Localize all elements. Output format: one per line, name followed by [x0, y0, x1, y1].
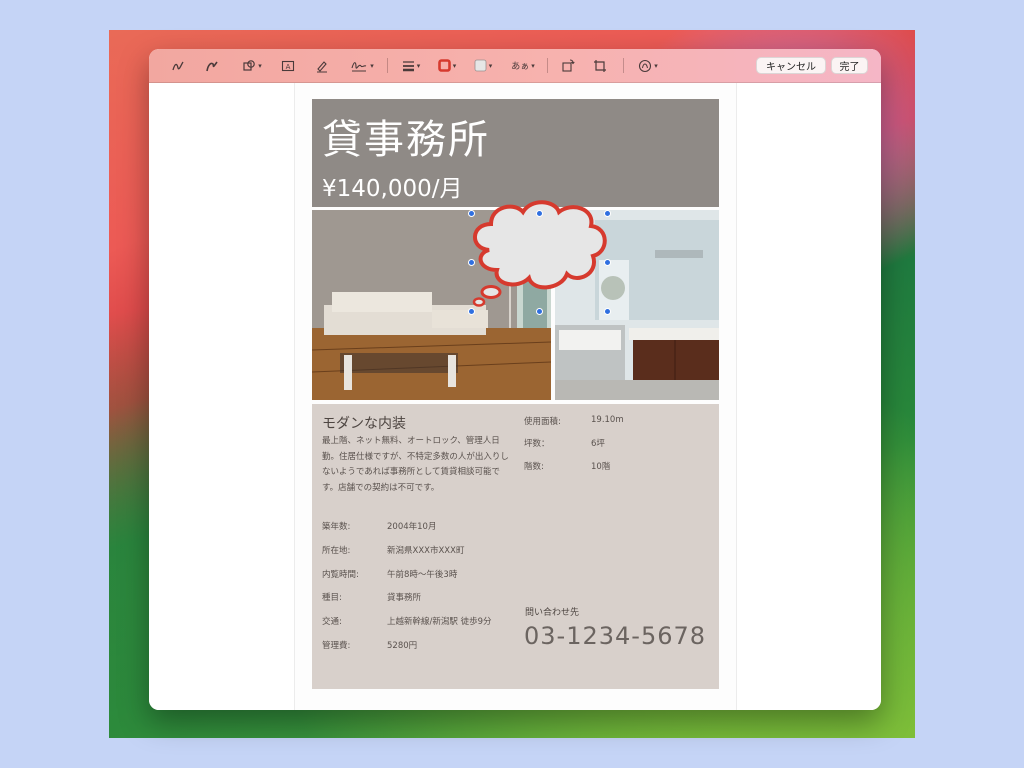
section-heading: モダンな内装 — [322, 416, 406, 432]
highlight-icon[interactable] — [313, 56, 331, 75]
spec-label: 築年数: — [322, 522, 351, 532]
rotate-icon[interactable] — [559, 56, 577, 75]
chevron-down-icon: ▾ — [416, 61, 421, 70]
resize-handle[interactable] — [536, 210, 543, 217]
spec-value: 上越新幹線/新潟駅 徒歩9分 — [387, 617, 492, 627]
text-icon[interactable]: A — [279, 56, 297, 75]
resize-handle[interactable] — [468, 259, 475, 266]
toolbar-divider — [623, 58, 624, 73]
contact-label: 問い合わせ先 — [525, 608, 580, 618]
resize-handle[interactable] — [468, 210, 475, 217]
description-icon[interactable]: ▾ — [634, 56, 662, 75]
spec-label: 管理費: — [322, 641, 351, 651]
resize-handle[interactable] — [604, 308, 611, 315]
spec-value: 6坪 — [591, 439, 605, 449]
crop-icon[interactable] — [591, 56, 609, 75]
chevron-down-icon: ▾ — [654, 61, 658, 70]
spec-label: 所在地: — [322, 546, 351, 556]
spec-label: 使用面積: — [524, 417, 561, 427]
document-canvas: 貸事務所 ¥140,000/月 モダンな内装 最上階、ネット無料、オートロック、… — [149, 83, 881, 710]
sign-icon[interactable]: ▾ — [347, 56, 377, 75]
text-style-icon[interactable]: あぁ ▾ — [508, 56, 538, 75]
spec-value: 新潟県XXX市XXX町 — [387, 546, 465, 556]
resize-handle[interactable] — [468, 308, 475, 315]
toolbar-divider — [547, 58, 548, 73]
price-text: ¥140,000/月 — [322, 176, 463, 202]
spec-label: 階数: — [524, 462, 544, 472]
spec-label: 坪数： — [524, 439, 550, 449]
description-text: 最上階、ネット無料、オートロック、管理人日勤。住居仕様ですが、不特定多数の人が出… — [322, 436, 509, 493]
svg-text:A: A — [286, 63, 291, 71]
chevron-down-icon: ▾ — [531, 61, 535, 70]
flyer-header: 貸事務所 ¥140,000/月 — [312, 99, 719, 207]
shapes-icon[interactable]: ▾ — [237, 56, 267, 75]
spec-label: 交通: — [322, 617, 342, 627]
fill-color-icon[interactable]: ▾ — [470, 56, 496, 75]
toolbar-divider — [387, 58, 388, 73]
done-button[interactable]: 完了 — [831, 57, 868, 74]
chevron-down-icon: ▾ — [370, 61, 374, 70]
text-style-label: あぁ — [511, 62, 530, 72]
resize-handle[interactable] — [604, 259, 611, 266]
shape-style-icon[interactable]: ▾ — [398, 56, 424, 75]
spec-value: 2004年10月 — [387, 522, 437, 532]
details-panel: モダンな内装 最上階、ネット無料、オートロック、管理人日勤。住居仕様ですが、不特… — [312, 404, 719, 689]
phone-number: 03-1234-5678 — [524, 622, 707, 650]
cancel-button[interactable]: キャンセル — [756, 57, 826, 74]
spec-label: 内覧時間: — [322, 570, 359, 580]
spec-label: 種目: — [322, 593, 342, 603]
chevron-down-icon: ▾ — [452, 61, 457, 70]
spec-value: 19.10m — [591, 415, 624, 425]
spec-value: 5280円 — [387, 641, 418, 651]
resize-handle[interactable] — [536, 308, 543, 315]
page-title: 貸事務所 — [322, 117, 490, 163]
spec-value: 午前8時〜午後3時 — [387, 570, 458, 580]
chevron-down-icon: ▾ — [488, 61, 493, 70]
markup-window: ▾ A ▾ ▾ ▾ ▾ あぁ ▾ ▾ キャンセル 完了 貸事務所 ¥140,00… — [149, 49, 881, 710]
border-color-icon[interactable]: ▾ — [434, 56, 460, 75]
resize-handle[interactable] — [604, 210, 611, 217]
spec-value: 10階 — [591, 462, 611, 472]
spec-value: 貸事務所 — [387, 593, 422, 603]
chevron-down-icon: ▾ — [258, 61, 262, 70]
sketch-icon[interactable] — [169, 56, 187, 75]
draw-icon[interactable] — [203, 56, 221, 75]
markup-toolbar: ▾ A ▾ ▾ ▾ ▾ あぁ ▾ ▾ キャンセル 完了 — [149, 49, 881, 83]
